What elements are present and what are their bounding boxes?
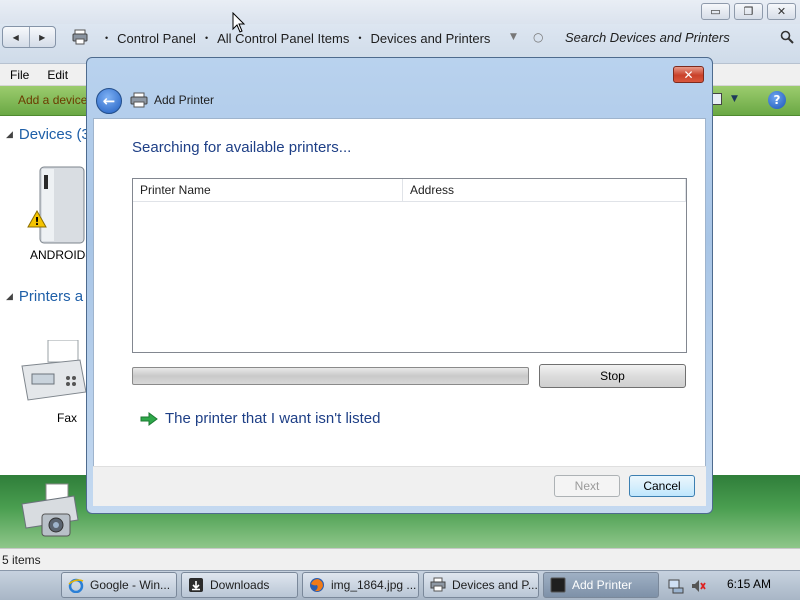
printer-camera-icon	[21, 483, 79, 537]
network-icon[interactable]	[668, 578, 684, 594]
taskbar-clock[interactable]: 6:15 AM	[727, 577, 771, 591]
printer-list[interactable]: Printer Name Address	[132, 178, 687, 353]
breadcrumb: • Control Panel • All Control Panel Item…	[96, 31, 490, 46]
menu-file[interactable]: File	[10, 68, 29, 82]
downloads-icon	[189, 578, 203, 592]
taskbar-label: img_1864.jpg ...	[331, 578, 417, 592]
app-window-icon	[550, 577, 566, 593]
back-arrow-icon[interactable]: ←	[96, 88, 122, 114]
taskbar-item-add-printer[interactable]: Add Printer	[543, 572, 659, 598]
fax-icon[interactable]	[18, 340, 88, 404]
search-progress-bar	[132, 367, 529, 385]
search-icon[interactable]	[780, 30, 794, 44]
breadcrumb-separator: •	[358, 33, 362, 43]
hard-drive-warning-icon[interactable]: !	[18, 165, 88, 247]
dialog-close-button[interactable]: ✕	[673, 66, 704, 83]
close-button[interactable]: ✕	[767, 3, 796, 20]
firefox-icon	[310, 578, 324, 592]
nav-buttons: ◀ ▶	[2, 26, 56, 48]
taskbar-item-firefox[interactable]: img_1864.jpg ...	[302, 572, 419, 598]
dialog-title: Add Printer	[154, 93, 215, 107]
column-printer-name[interactable]: Printer Name	[133, 179, 403, 201]
taskbar-item-google[interactable]: Google - Win...	[61, 572, 177, 598]
svg-text:!: !	[34, 215, 39, 228]
volume-muted-icon[interactable]	[690, 578, 706, 594]
back-button[interactable]: ◀	[3, 27, 30, 47]
collapse-arrow-icon: ◢	[6, 129, 13, 139]
view-dropdown-icon[interactable]: ▼	[731, 94, 738, 104]
stop-button[interactable]: Stop	[539, 364, 686, 388]
taskbar-item-downloads[interactable]: Downloads	[181, 572, 298, 598]
forward-button[interactable]: ▶	[30, 27, 56, 47]
add-device-button[interactable]: Add a device	[18, 93, 87, 107]
device-label[interactable]: ANDROID-	[30, 248, 89, 262]
next-button[interactable]: Next	[554, 475, 620, 497]
not-listed-label[interactable]: The printer that I want isn't listed	[165, 410, 380, 427]
not-listed-link[interactable]: The printer that I want isn't listed	[140, 410, 380, 427]
list-header: Printer Name Address	[133, 179, 686, 202]
status-bar: 5 items	[0, 548, 800, 570]
cancel-button[interactable]: Cancel	[629, 475, 695, 497]
dialog-heading: Searching for available printers...	[132, 139, 352, 156]
taskbar-label: Add Printer	[572, 578, 633, 592]
printer-icon	[430, 577, 446, 592]
devices-section-label: Devices (3	[18, 126, 90, 143]
green-arrow-icon	[140, 411, 158, 426]
taskbar-label: Downloads	[210, 578, 270, 592]
column-address[interactable]: Address	[403, 179, 686, 201]
printers-section-label: Printers a	[18, 288, 84, 305]
printers-section-header[interactable]: ◢ Printers a	[6, 288, 83, 305]
explorer-titlebar	[0, 0, 800, 24]
breadcrumb-separator: •	[105, 33, 109, 43]
menu-edit[interactable]: Edit	[47, 68, 68, 82]
taskbar-label: Google - Win...	[90, 578, 171, 592]
taskbar-label: Devices and P...	[452, 578, 538, 592]
breadcrumb-control-panel[interactable]: Control Panel	[117, 31, 196, 46]
ie-icon	[68, 578, 84, 593]
devices-section-header[interactable]: ◢ Devices (3	[6, 126, 90, 143]
printer-icon	[130, 92, 148, 108]
mouse-cursor-icon	[232, 12, 246, 33]
collapse-arrow-icon: ◢	[6, 291, 13, 301]
devices-printers-icon	[72, 29, 88, 45]
taskbar-item-devices[interactable]: Devices and P...	[423, 572, 539, 598]
breadcrumb-devices-printers[interactable]: Devices and Printers	[370, 31, 490, 46]
device-label[interactable]: Fax	[57, 411, 77, 425]
refresh-icon[interactable]: ○	[533, 30, 543, 44]
search-input[interactable]: Search Devices and Printers	[553, 26, 771, 50]
minimize-button[interactable]: ▭	[701, 3, 730, 20]
maximize-button[interactable]: ❐	[734, 3, 763, 20]
help-icon[interactable]: ?	[768, 91, 786, 109]
address-dropdown-icon[interactable]: ▼	[510, 32, 517, 42]
breadcrumb-separator: •	[204, 33, 209, 43]
